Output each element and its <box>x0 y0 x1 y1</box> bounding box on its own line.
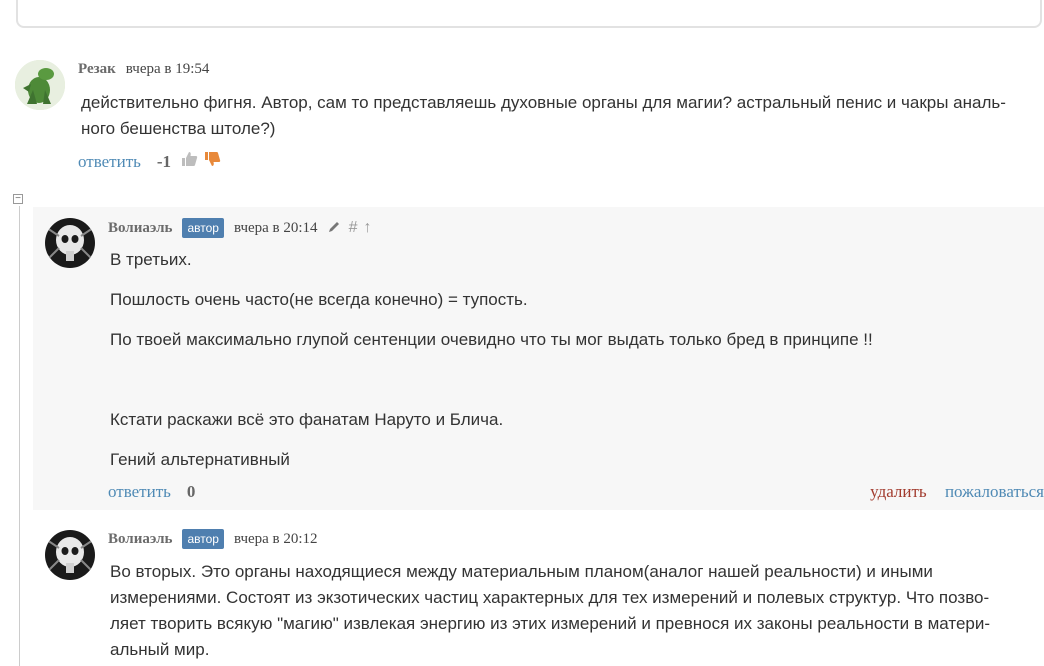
comment-meta: Волиаэль автор вчера в 20:14 # ↑ <box>108 218 371 238</box>
delete-button[interactable]: удалить <box>870 482 927 501</box>
avatar[interactable] <box>45 530 95 580</box>
comment-date[interactable]: вчера в 20:12 <box>234 531 318 548</box>
comment-body: В третьих. Пошлость очень часто(не всегд… <box>110 247 873 473</box>
comment-text-line: альный мир. <box>110 640 210 659</box>
comment-date[interactable]: вчера в 19:54 <box>126 61 210 78</box>
report-button[interactable]: пожаловаться <box>945 482 1044 501</box>
comment-body: действительно фигня. Автор, сам то предс… <box>81 90 1006 142</box>
pencil-icon[interactable] <box>328 220 341 236</box>
hash-icon[interactable]: # <box>349 219 358 237</box>
comment-body: Во вторых. Это органы находящиеся между … <box>110 559 990 663</box>
comment-actions: ответить 0 <box>108 482 205 502</box>
thread-line <box>19 206 20 666</box>
reply-button[interactable]: ответить <box>78 152 141 172</box>
reply-button[interactable]: ответить <box>108 482 171 502</box>
author-name[interactable]: Волиаэль <box>108 220 172 237</box>
author-badge: автор <box>182 529 224 549</box>
thumbs-up-icon[interactable] <box>181 151 198 172</box>
comment-score: 0 <box>186 482 196 501</box>
comment-text-line: ного бешенства штоле?) <box>81 119 276 138</box>
comment-paragraph: Гений альтернативный <box>110 450 290 469</box>
comment-paragraph <box>110 367 873 393</box>
comment-score: -1 <box>156 151 172 171</box>
comment-paragraph: Пошлость очень часто(не всегда конечно) … <box>110 290 528 309</box>
moderation-actions: удалить пожаловаться <box>870 482 1044 502</box>
avatar[interactable] <box>45 218 95 268</box>
comment-text-line: ляет творить всякую "магию" извлекая эне… <box>110 614 991 633</box>
author-badge: автор <box>182 218 224 238</box>
previous-comment-box <box>16 0 1042 28</box>
comment-actions: ответить -1 <box>78 151 221 172</box>
comment-paragraph: Кстати раскажи всё это фанатам Наруто и … <box>110 410 504 429</box>
dinosaur-avatar-icon <box>15 60 65 110</box>
comment-paragraph: По твоей максимально глупой сентенции оч… <box>110 330 873 349</box>
skull-avatar-icon <box>45 218 95 268</box>
avatar[interactable] <box>15 60 65 110</box>
skull-avatar-icon <box>45 530 95 580</box>
comment-text-line: измерениями. Состоят из экзотических час… <box>110 588 990 607</box>
author-name[interactable]: Волиаэль <box>108 531 172 548</box>
thumbs-down-icon[interactable] <box>204 151 221 172</box>
arrow-up-icon[interactable]: ↑ <box>363 219 371 237</box>
author-name[interactable]: Резак <box>78 61 116 78</box>
comment-text-line: Во вторых. Это органы находящиеся между … <box>110 562 933 581</box>
comment-meta: Волиаэль автор вчера в 20:12 <box>108 529 318 549</box>
comment-text-line: действительно фигня. Автор, сам то предс… <box>81 93 1006 112</box>
comment-meta: Резак вчера в 19:54 <box>78 61 209 78</box>
comment-date[interactable]: вчера в 20:14 <box>234 220 318 237</box>
collapse-icon[interactable]: − <box>13 194 23 204</box>
comment-paragraph: В третьих. <box>110 250 192 269</box>
